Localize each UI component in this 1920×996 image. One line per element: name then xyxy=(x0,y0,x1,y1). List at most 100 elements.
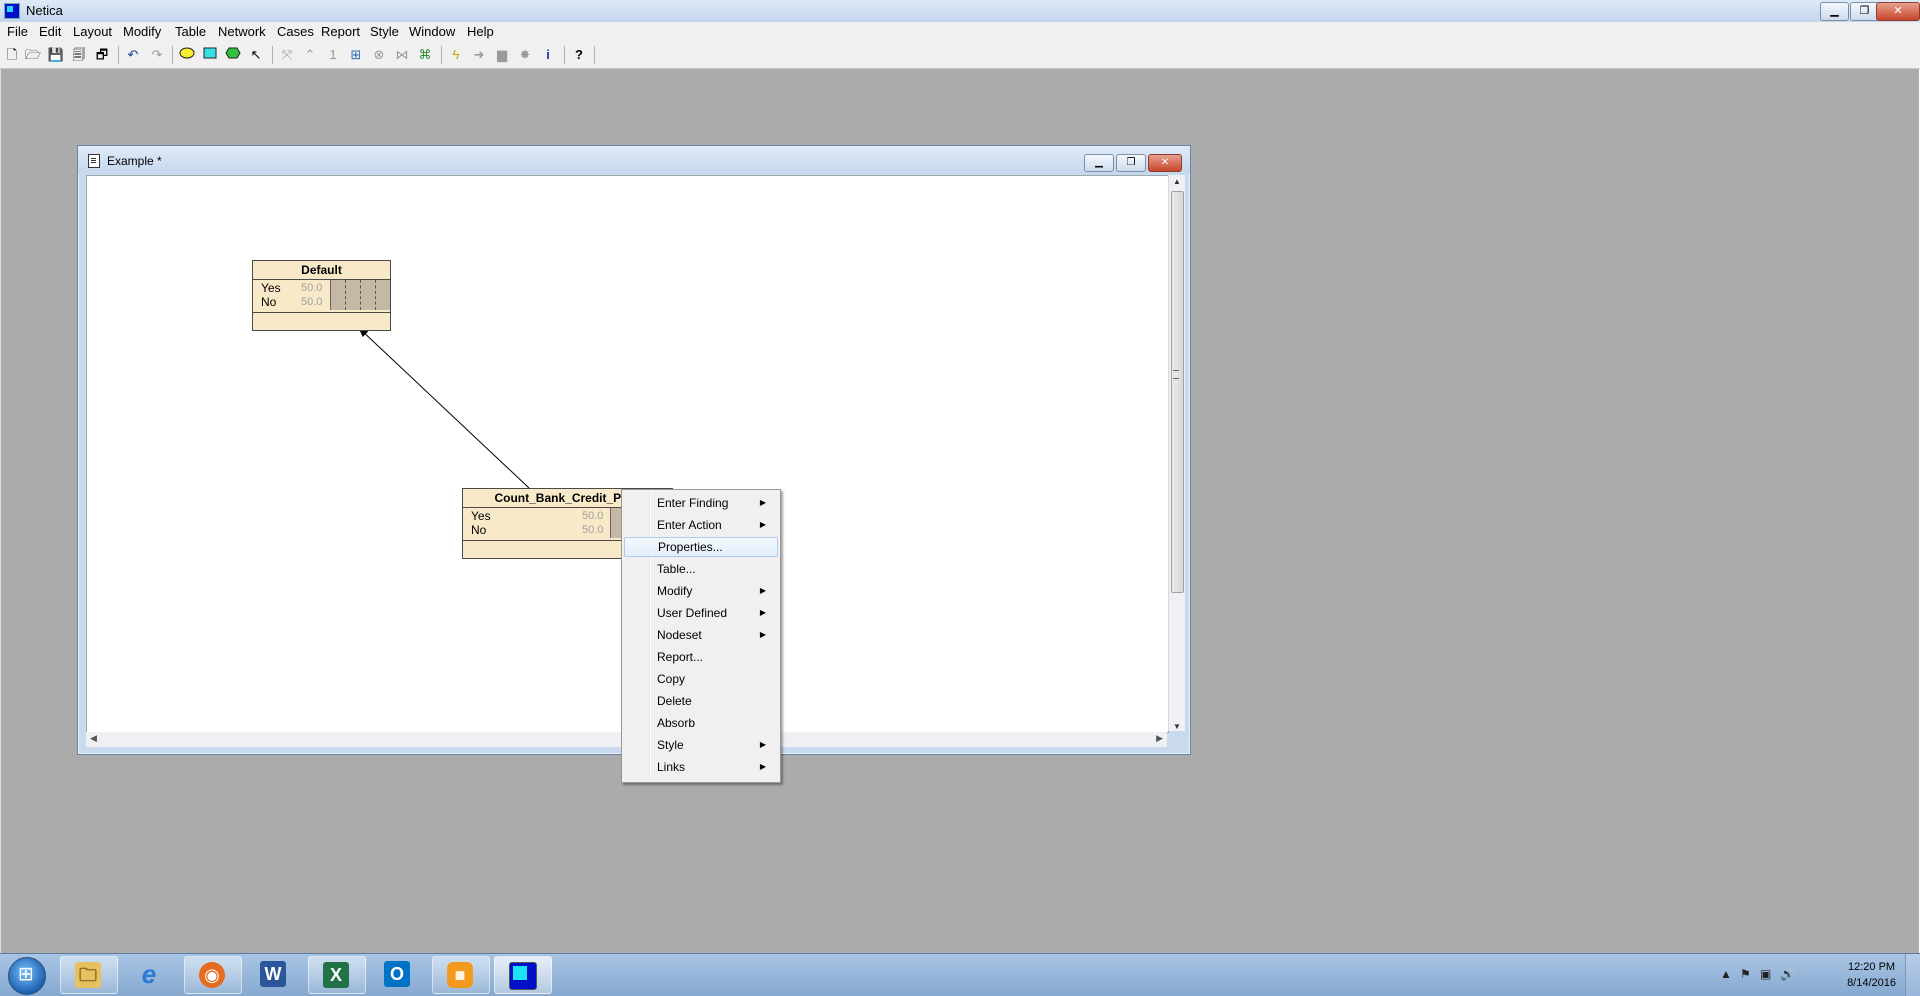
close-button[interactable]: ✕ xyxy=(1876,2,1920,21)
nature-node-icon[interactable] xyxy=(178,46,196,64)
submenu-arrow-icon: ▶ xyxy=(759,498,766,507)
remove-link-icon[interactable]: ⌃ xyxy=(301,46,319,64)
show-desktop-button[interactable] xyxy=(1905,954,1920,996)
menu-item-label: Properties... xyxy=(658,540,723,554)
submenu-arrow-icon: ▶ xyxy=(759,740,766,749)
toolbar-separator xyxy=(118,46,119,64)
system-tray: ▲ ⚑ ▣ 🔊 12:20 PM 8/14/2016 xyxy=(1720,954,1920,996)
taskbar-firefox[interactable]: ◉ xyxy=(184,956,242,994)
menu-item-delete[interactable]: Delete xyxy=(624,691,776,711)
menu-edit[interactable]: Edit xyxy=(39,24,61,39)
start-button[interactable] xyxy=(8,957,46,995)
add-link-icon[interactable]: ⤧ xyxy=(278,46,296,64)
taskbar-word[interactable]: W xyxy=(246,956,302,992)
menu-item-label: Delete xyxy=(657,694,692,708)
star-icon[interactable]: ✸ xyxy=(516,46,534,64)
menu-layout[interactable]: Layout xyxy=(73,24,112,39)
folder-icon: 🗀 xyxy=(75,962,101,988)
state-label: Yes xyxy=(471,509,491,523)
submenu-arrow-icon: ▶ xyxy=(759,762,766,771)
node-title: Default xyxy=(253,261,390,280)
node-default[interactable]: Default Yes 50.0 No 50.0 xyxy=(252,260,391,331)
scroll-thumb[interactable] xyxy=(1171,191,1184,593)
learn-icon[interactable]: ⌘ xyxy=(416,46,434,64)
taskbar-windows-explorer[interactable]: 🗀 xyxy=(60,956,118,994)
one-icon[interactable]: 1 xyxy=(324,46,342,64)
info-icon[interactable]: i xyxy=(539,46,557,64)
volume-icon[interactable]: 🔊 xyxy=(1780,967,1795,981)
menu-style[interactable]: Style xyxy=(370,24,399,39)
word-icon: W xyxy=(260,961,286,987)
menu-cases[interactable]: Cases xyxy=(277,24,314,39)
menu-report[interactable]: Report xyxy=(321,24,360,39)
excel-icon: X xyxy=(323,962,349,988)
show-hidden-icon[interactable]: ▲ xyxy=(1720,967,1732,981)
document-title-bar[interactable]: Example * ▁ ❐ ✕ xyxy=(78,146,1190,174)
save-copy-icon[interactable]: 🗗 xyxy=(93,46,111,64)
scroll-left-icon[interactable]: ◀ xyxy=(90,733,97,744)
absorb-icon[interactable]: ⊗ xyxy=(370,46,388,64)
network-icon[interactable]: ▣ xyxy=(1760,967,1771,981)
scroll-right-icon[interactable]: ▶ xyxy=(1156,733,1163,744)
menu-item-nodeset[interactable]: Nodeset ▶ xyxy=(624,625,776,645)
app-orange-icon: ■ xyxy=(447,962,473,988)
restore-button[interactable]: ❐ xyxy=(1850,2,1879,21)
scroll-up-icon[interactable]: ▲ xyxy=(1169,177,1185,186)
taskbar-internet-explorer[interactable]: e xyxy=(122,956,178,992)
netica-icon xyxy=(509,962,537,990)
menu-item-links[interactable]: Links ▶ xyxy=(624,757,776,777)
minimize-button[interactable]: ▁ xyxy=(1820,2,1849,21)
taskbar-app-orange[interactable]: ■ xyxy=(432,956,490,994)
arrow-right-icon[interactable]: ➜ xyxy=(470,46,488,64)
menu-help[interactable]: Help xyxy=(467,24,494,39)
document-restore-button[interactable]: ❐ xyxy=(1116,154,1146,172)
decision-node-icon[interactable] xyxy=(201,46,219,64)
internet-explorer-icon: e xyxy=(141,959,157,989)
compile-icon[interactable]: ⊞ xyxy=(347,46,365,64)
menu-file[interactable]: File xyxy=(7,24,28,39)
clock[interactable]: 12:20 PM 8/14/2016 xyxy=(1847,959,1896,991)
vertical-scrollbar[interactable]: ▲ ▼ xyxy=(1168,175,1185,731)
menu-item-report[interactable]: Report... xyxy=(624,647,776,667)
menu-item-label: Table... xyxy=(657,562,696,576)
hammer-icon[interactable]: ▆ xyxy=(493,46,511,64)
lightning-icon[interactable]: ϟ xyxy=(447,46,465,64)
submenu-arrow-icon: ▶ xyxy=(759,608,766,617)
menu-network[interactable]: Network xyxy=(218,24,266,39)
scroll-down-icon[interactable]: ▼ xyxy=(1169,722,1185,731)
menu-modify[interactable]: Modify xyxy=(123,24,161,39)
menu-item-enter-action[interactable]: Enter Action ▶ xyxy=(624,515,776,535)
utility-node-icon[interactable] xyxy=(224,46,242,64)
open-icon[interactable]: 🗁 xyxy=(24,46,42,64)
flag-icon[interactable]: ⚑ xyxy=(1740,967,1751,981)
toolbar-separator xyxy=(441,46,442,64)
menu-table[interactable]: Table xyxy=(175,24,206,39)
document-close-button[interactable]: ✕ xyxy=(1148,154,1182,172)
new-icon[interactable]: 🗋 xyxy=(3,46,21,64)
undo-icon[interactable]: ↶ xyxy=(124,46,142,64)
document-minimize-button[interactable]: ▁ xyxy=(1084,154,1114,172)
menu-item-user-defined[interactable]: User Defined ▶ xyxy=(624,603,776,623)
taskbar-excel[interactable]: X xyxy=(308,956,366,994)
taskbar-outlook[interactable]: O xyxy=(370,956,426,992)
state-value: 50.0 xyxy=(301,296,323,308)
menu-item-copy[interactable]: Copy xyxy=(624,669,776,689)
menu-item-absorb[interactable]: Absorb xyxy=(624,713,776,733)
save-all-icon[interactable]: 🗐 xyxy=(70,46,88,64)
menu-item-style[interactable]: Style ▶ xyxy=(624,735,776,755)
taskbar-netica[interactable] xyxy=(494,956,552,994)
optimize-icon[interactable]: ⋈ xyxy=(393,46,411,64)
submenu-arrow-icon: ▶ xyxy=(759,586,766,595)
menu-window[interactable]: Window xyxy=(409,24,455,39)
menu-item-label: Nodeset xyxy=(657,628,702,642)
menu-item-table[interactable]: Table... xyxy=(624,559,776,579)
submenu-arrow-icon: ▶ xyxy=(759,520,766,529)
redo-icon[interactable]: ↷ xyxy=(148,46,166,64)
menu-item-enter-finding[interactable]: Enter Finding ▶ xyxy=(624,493,776,513)
select-arrow-icon[interactable]: ↖ xyxy=(247,46,265,64)
menu-item-properties[interactable]: Properties... xyxy=(624,537,778,557)
menu-item-modify[interactable]: Modify ▶ xyxy=(624,581,776,601)
help-icon[interactable]: ? xyxy=(570,46,588,64)
save-icon[interactable]: 💾 xyxy=(47,46,65,64)
menu-item-label: Absorb xyxy=(657,716,696,730)
